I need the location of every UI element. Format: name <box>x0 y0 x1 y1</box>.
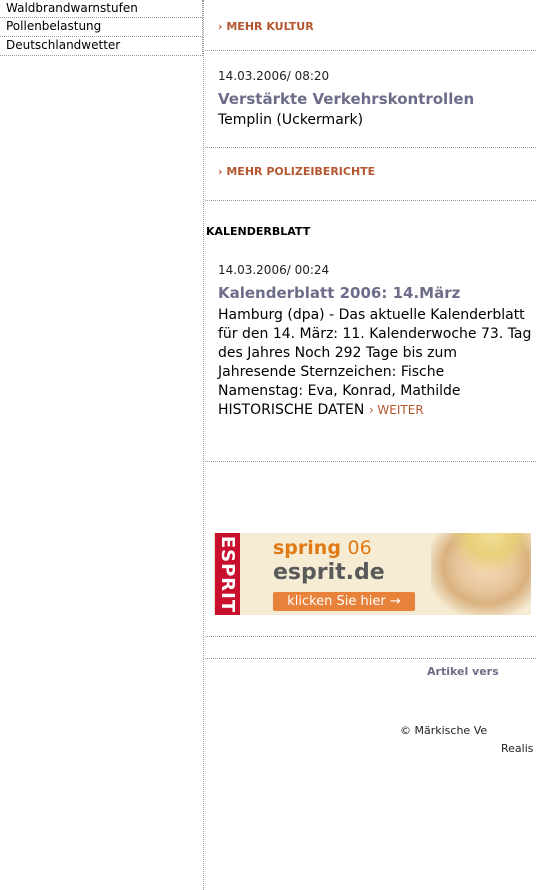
banner-site-text: esprit.de <box>273 560 385 585</box>
banner-spring-word: spring <box>273 537 341 559</box>
divider <box>205 200 536 201</box>
esprit-banner-ad[interactable]: ESPRIT spring 06 esprit.de klicken Sie h… <box>214 533 531 615</box>
esprit-logo-strip: ESPRIT <box>215 533 240 615</box>
divider <box>205 50 536 51</box>
divider <box>205 658 536 659</box>
more-police-reports-link[interactable]: › MEHR POLIZEIBERICHTE <box>218 165 375 178</box>
article-date: 14.03.2006/ 08:20 <box>218 69 330 83</box>
banner-spring-text: spring 06 <box>273 537 372 559</box>
calendar-headline[interactable]: Kalenderblatt 2006: 14.März <box>218 284 460 302</box>
sidebar: Waldbrandwarnstufen Pollenbelastung Deut… <box>0 0 204 890</box>
divider <box>205 147 536 148</box>
article-place: Templin (Uckermark) <box>218 112 364 128</box>
banner-click-button[interactable]: klicken Sie hier → <box>273 592 415 611</box>
article-headline[interactable]: Verstärkte Verkehrskontrollen <box>218 90 474 108</box>
divider <box>205 636 536 637</box>
sidebar-item-deutschlandwetter[interactable]: Deutschlandwetter <box>0 36 203 56</box>
sidebar-item-waldbrandwarnstufen[interactable]: Waldbrandwarnstufen <box>0 0 203 18</box>
calendar-body: Hamburg (dpa) - Das aktuelle Kalenderbla… <box>218 306 533 420</box>
realisation-text: Realis <box>501 742 534 755</box>
copyright-text: © Märkische Ve <box>400 724 488 737</box>
calendar-date: 14.03.2006/ 00:24 <box>218 263 330 277</box>
divider <box>205 461 536 462</box>
banner-model-hair <box>451 533 531 573</box>
esprit-logo-text: ESPRIT <box>217 535 239 614</box>
sidebar-item-pollenbelastung[interactable]: Pollenbelastung <box>0 17 203 37</box>
main-content <box>205 0 536 890</box>
section-title: KALENDERBLATT <box>206 225 311 238</box>
banner-spring-number: 06 <box>347 537 372 559</box>
more-culture-link[interactable]: › MEHR KULTUR <box>218 20 314 33</box>
weiter-link[interactable]: › WEITER <box>369 403 424 417</box>
article-send-link[interactable]: Artikel vers <box>427 665 499 678</box>
calendar-text: Hamburg (dpa) - Das aktuelle Kalenderbla… <box>218 307 532 418</box>
